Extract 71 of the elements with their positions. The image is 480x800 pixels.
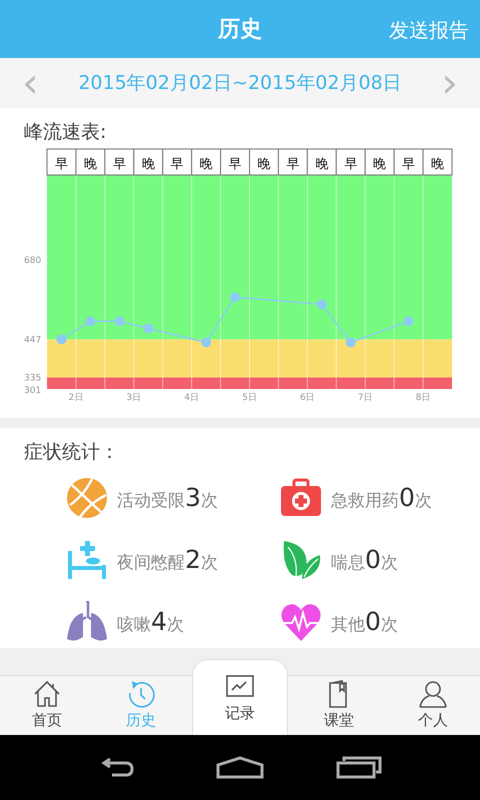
x-tick-label: 晚 — [142, 156, 155, 172]
column-header: 晚 — [306, 148, 337, 175]
person-icon — [418, 678, 448, 708]
x-tick-label: 晚 — [200, 156, 213, 172]
x-tick-label: 早 — [344, 156, 358, 172]
column-header: 早 — [220, 148, 250, 175]
data-point — [230, 292, 240, 302]
recent-apps-icon[interactable] — [336, 754, 384, 780]
basketball-icon — [66, 476, 108, 518]
data-point — [404, 316, 414, 326]
symptom-count: 夜间憋醒2次 — [117, 544, 218, 576]
data-point — [201, 336, 212, 347]
tab[interactable]: 个人 — [386, 676, 480, 735]
column-header: 早 — [394, 148, 424, 175]
x-tick-label: 晚 — [315, 156, 328, 172]
column-header: 早 — [46, 148, 76, 175]
x-tick-label: 晚 — [84, 156, 97, 172]
data-point — [56, 334, 66, 344]
tab[interactable]: 课堂 — [292, 676, 386, 735]
axis-label: 680 — [24, 256, 42, 266]
x-tick-label: 早 — [170, 156, 184, 172]
home-icon — [32, 678, 62, 708]
axis-label: 2日 — [68, 392, 84, 402]
column-header: 早 — [162, 148, 192, 175]
data-point — [114, 316, 124, 326]
x-tick-label: 早 — [228, 156, 242, 172]
axis-label: 5日 — [242, 392, 257, 402]
axis-label: 8日 — [416, 392, 430, 402]
first-aid-kit-icon — [280, 476, 322, 518]
x-tick-label: 早 — [402, 156, 416, 172]
x-tick-label: 早 — [112, 156, 126, 172]
tab[interactable]: 首页 — [0, 676, 94, 735]
data-point — [85, 316, 96, 326]
column-header: 晚 — [133, 148, 164, 175]
lungs-icon — [66, 600, 108, 642]
axis-label: 4日 — [184, 392, 199, 402]
page-title: 历史 — [218, 16, 262, 44]
x-tick-label: 晚 — [373, 156, 386, 172]
section-title: 症状统计： — [23, 440, 120, 465]
x-tick-label: 晚 — [431, 156, 444, 172]
column-header: 早 — [104, 148, 134, 175]
x-tick-label: 晚 — [257, 156, 270, 172]
home-icon[interactable] — [216, 754, 264, 780]
symptom-count: 其他0次 — [331, 606, 398, 638]
history-icon — [126, 678, 156, 708]
axis-label: 447 — [24, 334, 42, 345]
axis-label: 335 — [24, 372, 42, 383]
x-tick-label: 早 — [54, 156, 68, 172]
data-point — [346, 336, 356, 347]
symptom-count: 急救用药0次 — [331, 482, 432, 514]
symptom-count: 喘息0次 — [331, 544, 398, 576]
data-point — [316, 298, 327, 309]
symptom-count: 咳嗽4次 — [117, 606, 184, 638]
bed-icon — [66, 538, 108, 580]
column-header: 晚 — [75, 148, 106, 175]
data-point — [143, 322, 154, 333]
column-header: 晚 — [364, 148, 395, 175]
axis-label: 7日 — [358, 392, 373, 402]
axis-label: 301 — [24, 386, 42, 396]
date-range: 2015年02月02日~2015年02月08日 — [78, 70, 402, 96]
column-header: 早 — [278, 148, 308, 175]
section-title: 峰流速表: — [23, 120, 108, 145]
column-header: 晚 — [191, 148, 222, 175]
axis-label: 6日 — [300, 392, 315, 402]
column-header: 晚 — [422, 148, 452, 175]
tab[interactable]: 记录 — [192, 659, 288, 735]
symptom-count: 活动受限3次 — [117, 482, 218, 514]
x-tick-label: 早 — [286, 156, 300, 172]
axis-label: 3日 — [126, 392, 142, 402]
column-header: 早 — [336, 148, 366, 175]
column-header: 晚 — [249, 148, 279, 175]
